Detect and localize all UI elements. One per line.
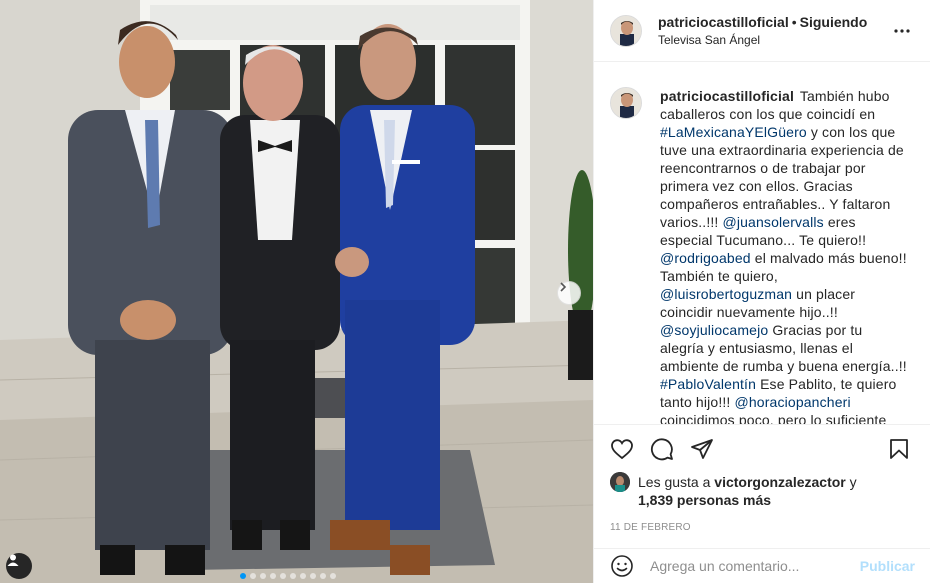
add-comment-bar: Publicar	[594, 548, 930, 583]
carousel-dot	[240, 573, 246, 579]
more-options-icon	[894, 28, 910, 33]
mention-link[interactable]: @luisrobertoguzman	[660, 286, 792, 302]
heart-icon	[611, 439, 633, 460]
carousel-dot	[270, 573, 276, 579]
carousel-dot	[330, 573, 336, 579]
post-photo[interactable]	[0, 0, 593, 583]
hashtag-link[interactable]: #PabloValentín	[660, 376, 756, 392]
carousel-dot	[310, 573, 316, 579]
carousel-dot	[320, 573, 326, 579]
emoji-icon	[611, 555, 633, 577]
separator-dot: •	[791, 13, 797, 30]
more-options-button[interactable]	[890, 28, 914, 33]
caption-text-segment: coincidimos poco, pero lo suficiente par…	[660, 412, 887, 424]
share-button[interactable]	[682, 429, 722, 469]
comment-input[interactable]	[650, 558, 860, 574]
save-button[interactable]	[879, 429, 919, 469]
post-details-panel: patriciocastilloficial • Siguiendo Televis…	[593, 0, 930, 583]
carousel-dot	[280, 573, 286, 579]
caption-text: patriciocastilloficial También hubo caba…	[660, 87, 908, 424]
post-date[interactable]: 11 DE FEBRERO	[606, 509, 919, 533]
post-header: patriciocastilloficial • Siguiendo Televis…	[594, 0, 930, 62]
caption-author-username[interactable]: patriciocastilloficial	[660, 88, 794, 104]
like-button[interactable]	[602, 429, 642, 469]
post-location[interactable]: Televisa San Ángel	[658, 31, 890, 49]
likes-count[interactable]: 1,839 personas más	[638, 492, 771, 508]
emoji-button[interactable]	[610, 554, 634, 578]
likes-prefix: Les gusta a	[638, 474, 711, 490]
share-icon	[691, 439, 713, 459]
liker-username[interactable]: victorgonzalezactor	[714, 474, 845, 490]
following-button[interactable]: Siguiendo	[800, 14, 868, 30]
hashtag-link[interactable]: #LaMexicanaYElGüero	[660, 124, 807, 140]
user-tag-icon	[7, 554, 19, 566]
carousel-dot	[290, 573, 296, 579]
profile-picture	[611, 15, 641, 46]
tagged-users-button[interactable]	[6, 553, 32, 579]
carousel-next-button[interactable]	[557, 281, 581, 305]
mention-link[interactable]: @juansolervalls	[722, 214, 823, 230]
comments-section[interactable]: patriciocastilloficial También hubo caba…	[594, 63, 930, 424]
mention-link[interactable]: @rodrigoabed	[660, 250, 751, 266]
caption-avatar[interactable]	[610, 87, 642, 119]
carousel-dot	[300, 573, 306, 579]
post-image	[0, 0, 593, 583]
likes-summary: Les gusta a victorgonzalezactor y 1,839 …	[606, 472, 919, 509]
mention-link[interactable]: @horaciopancheri	[734, 394, 850, 410]
carousel-dot	[260, 573, 266, 579]
likes-connector: y	[849, 474, 857, 490]
carousel-dot	[250, 573, 256, 579]
comment-icon	[651, 438, 673, 461]
post-caption: patriciocastilloficial También hubo caba…	[610, 87, 915, 424]
post-actions: Les gusta a victorgonzalezactor y 1,839 …	[594, 424, 930, 533]
profile-picture	[611, 88, 641, 118]
publish-button[interactable]: Publicar	[860, 558, 915, 574]
bookmark-icon	[890, 439, 908, 459]
carousel-indicator	[240, 573, 336, 579]
chevron-right-icon	[560, 282, 567, 292]
post-author-username[interactable]: patriciocastilloficial	[658, 14, 789, 30]
mention-link[interactable]: @soyjuliocamejo	[660, 322, 768, 338]
avatar[interactable]	[610, 14, 642, 47]
comment-button[interactable]	[642, 429, 682, 469]
liker-profile-picture	[610, 472, 630, 492]
liker-avatar[interactable]	[610, 472, 630, 492]
